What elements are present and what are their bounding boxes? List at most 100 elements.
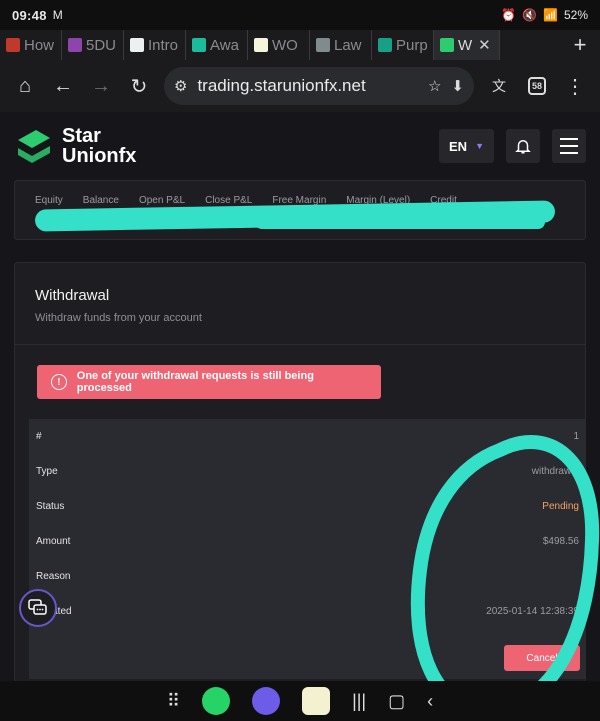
- url-text: trading.starunionfx.net: [197, 76, 366, 95]
- status-value: Pending: [542, 501, 579, 512]
- summary-label: Balance: [82, 195, 119, 206]
- hamburger-icon: [560, 138, 578, 154]
- back-nav-icon[interactable]: ‹: [427, 691, 433, 712]
- android-nav-bar: ⠿ ||| ▢ ‹: [0, 681, 600, 721]
- site-settings-icon[interactable]: ⚙: [174, 77, 187, 95]
- detail-row: Reason: [29, 559, 585, 594]
- browser-tab[interactable]: Intro: [124, 30, 186, 60]
- detail-row: Created2025-01-14 12:38:39: [29, 594, 585, 629]
- tab-label: W: [458, 36, 473, 54]
- tab-favicon: [192, 38, 206, 52]
- detail-key: Type: [36, 466, 58, 477]
- menu-dots-icon[interactable]: ⋮: [558, 69, 592, 103]
- detail-value: 2025-01-14 12:38:39: [486, 606, 579, 617]
- exclamation-icon: !: [51, 374, 67, 390]
- browser-tab[interactable]: Purp: [372, 30, 434, 60]
- web-page: Star Unionfx EN ▼ Equity Balance Open P&…: [0, 112, 600, 681]
- browser-tab[interactable]: 5DU: [62, 30, 124, 60]
- notifications-button[interactable]: [506, 129, 540, 163]
- notes-app-icon[interactable]: [302, 687, 331, 715]
- withdrawal-details: #1 Type withdrawal Status Pending Amount $4…: [29, 419, 585, 679]
- summary-label: Open P&L: [138, 195, 186, 206]
- home-nav-icon[interactable]: ▢: [388, 691, 405, 712]
- tab-label: 5DU: [86, 36, 117, 54]
- clock: 09:48: [12, 7, 47, 23]
- page-subtitle: Withdraw funds from your account: [35, 312, 202, 324]
- browser-toolbar: ⌂ ← → ↻ ⚙ trading.starunionfx.net ☆ ⬇ 文 …: [0, 60, 600, 112]
- gmail-icon: M: [52, 8, 63, 22]
- download-icon[interactable]: ⬇: [451, 77, 464, 95]
- detail-key: Reason: [36, 571, 71, 582]
- tab-label: Awa: [210, 36, 239, 54]
- detail-row: #1: [29, 419, 585, 454]
- tab-favicon: [254, 38, 268, 52]
- battery-level: 52%: [563, 8, 588, 22]
- summary-label: Close P&L: [205, 195, 253, 206]
- detail-row: Type withdrawal: [29, 454, 585, 489]
- tab-favicon: [378, 38, 392, 52]
- logo-wordmark: Star Unionfx: [62, 126, 136, 166]
- tab-favicon: [6, 38, 20, 52]
- browser-tab[interactable]: Awa: [186, 30, 248, 60]
- hamburger-menu-button[interactable]: [552, 129, 586, 163]
- browser-tab[interactable]: Law: [310, 30, 372, 60]
- browser-tab[interactable]: WO: [248, 30, 310, 60]
- wifi-icon: 📶: [543, 8, 558, 22]
- language-selector[interactable]: EN ▼: [439, 129, 494, 163]
- live-chat-button[interactable]: [19, 589, 57, 627]
- pending-alert: ! One of your withdrawal requests is sti…: [37, 365, 381, 399]
- browser-tab-active[interactable]: W ✕: [434, 30, 500, 60]
- tab-count: 58: [528, 77, 546, 95]
- mute-icon: 🔇: [522, 8, 538, 22]
- site-logo[interactable]: Star Unionfx: [14, 126, 136, 166]
- close-tab-icon[interactable]: ✕: [478, 36, 491, 54]
- alarm-icon: ⏰: [501, 8, 517, 22]
- back-icon[interactable]: ←: [46, 69, 80, 103]
- samsung-internet-icon[interactable]: [252, 687, 281, 715]
- detail-value: withdrawal: [531, 466, 579, 477]
- detail-value: $498.56: [542, 536, 579, 547]
- address-bar[interactable]: ⚙ trading.starunionfx.net ☆ ⬇: [164, 67, 474, 105]
- logo-line-1: Star: [62, 125, 101, 147]
- detail-value: 1: [573, 431, 579, 442]
- site-header: Star Unionfx EN ▼: [0, 112, 600, 180]
- redaction-scribble: [255, 215, 545, 229]
- cancel-withdrawal-button[interactable]: Cancel: [504, 645, 580, 671]
- language-label: EN: [449, 138, 468, 154]
- header-actions: EN ▼: [439, 129, 586, 163]
- detail-key: Status: [36, 501, 65, 512]
- bookmark-star-icon[interactable]: ☆: [428, 77, 441, 95]
- app-drawer-icon[interactable]: ⠿: [167, 691, 180, 712]
- logo-line-2: Unionfx: [62, 145, 137, 167]
- detail-row: Amount $498.56: [29, 524, 585, 559]
- tab-favicon: [316, 38, 330, 52]
- tab-favicon: [440, 38, 454, 52]
- detail-row: Status Pending: [29, 489, 585, 524]
- alert-text: One of your withdrawal requests is still…: [76, 370, 314, 394]
- summary-label: Equity: [35, 195, 63, 206]
- tab-switcher-button[interactable]: 58: [520, 69, 554, 103]
- tab-label: How: [24, 36, 55, 54]
- new-tab-button[interactable]: +: [560, 32, 600, 58]
- whatsapp-icon[interactable]: [202, 687, 231, 715]
- starunion-logo-icon: [18, 130, 50, 163]
- account-summary: Equity Balance Open P&L Close P&L Free M…: [14, 180, 586, 240]
- translate-icon[interactable]: 文: [482, 69, 516, 103]
- recents-icon[interactable]: |||: [352, 691, 366, 712]
- forward-icon[interactable]: →: [84, 69, 118, 103]
- card-header: Withdrawal Withdraw funds from your acco…: [15, 263, 585, 345]
- detail-key: #: [36, 431, 42, 442]
- tab-favicon: [130, 38, 144, 52]
- bell-icon: [515, 140, 531, 154]
- chat-bubbles-icon: [28, 599, 47, 615]
- caret-down-icon: ▼: [475, 141, 484, 151]
- page-title: Withdrawal: [35, 287, 110, 304]
- withdrawal-card: Withdrawal Withdraw funds from your acco…: [14, 262, 586, 681]
- tab-label: Purp: [396, 36, 428, 54]
- browser-tab[interactable]: How: [0, 30, 62, 60]
- status-icons: ⏰ 🔇 📶 52%: [501, 8, 588, 22]
- home-icon[interactable]: ⌂: [8, 69, 42, 103]
- detail-key: Amount: [36, 536, 71, 547]
- tab-label: Intro: [148, 36, 179, 54]
- reload-icon[interactable]: ↻: [122, 69, 156, 103]
